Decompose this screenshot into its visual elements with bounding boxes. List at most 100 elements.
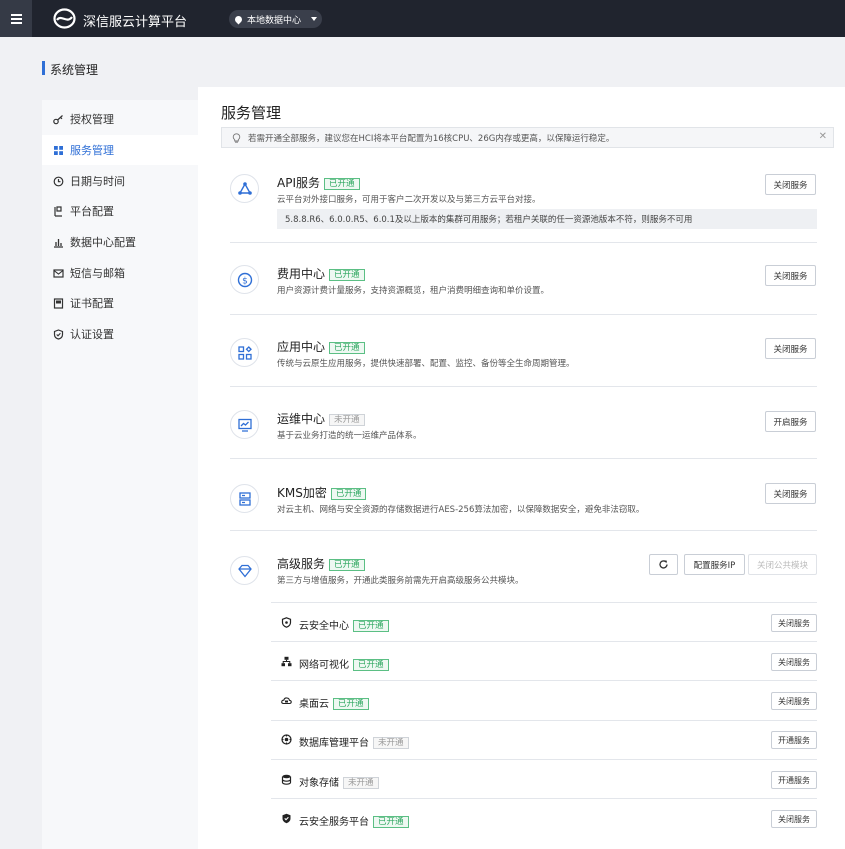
- shield-icon: [53, 328, 64, 340]
- status-badge: 未开通: [329, 414, 365, 426]
- menu-button[interactable]: [0, 0, 32, 37]
- status-badge: 已开通: [329, 269, 365, 281]
- close-service-button[interactable]: 关闭服务: [771, 653, 817, 671]
- shield-check-icon: [282, 813, 291, 824]
- status-badge: 已开通: [324, 178, 360, 190]
- sidebar-item-certificate[interactable]: 证书配置: [42, 288, 198, 318]
- divider: [271, 641, 817, 642]
- open-service-button[interactable]: 开通服务: [771, 771, 817, 789]
- datacenter-select[interactable]: 本地数据中心: [229, 10, 322, 28]
- location-pin-icon: [233, 14, 244, 24]
- service-billing: $ 费用中心 已开通 用户资源计费计量服务，支持资源概览，租户消费明细查询和单价设…: [230, 265, 817, 305]
- sidebar-item-label: 服务管理: [70, 144, 114, 157]
- sidebar-item-label: 数据中心配置: [70, 236, 136, 249]
- sub-service-name: 桌面云 已开通: [299, 695, 369, 710]
- service-name: 费用中心 已开通: [277, 265, 365, 282]
- service-description: 基于云业务打造的统一运维产品体系。: [277, 431, 422, 441]
- sub-service-name: 云安全服务平台 已开通: [299, 813, 409, 828]
- close-service-button[interactable]: 关闭服务: [765, 483, 816, 504]
- open-service-button[interactable]: 开启服务: [765, 411, 816, 432]
- divider: [271, 759, 817, 760]
- sub-service-cloud-security: 云安全中心 已开通 关闭服务: [281, 614, 817, 634]
- status-badge: 已开通: [329, 559, 365, 571]
- sub-service-desktop-cloud: 桌面云 已开通 关闭服务: [281, 692, 817, 712]
- clock-icon: [53, 176, 64, 187]
- service-description: 传统与云原生应用服务，提供快速部署、配置、监控、备份等全生命周期管理。: [277, 359, 575, 369]
- grid-icon: [53, 145, 64, 156]
- divider: [230, 458, 817, 459]
- close-icon[interactable]: ✕: [819, 131, 827, 142]
- sidebar-item-license[interactable]: 授权管理: [42, 104, 198, 134]
- close-service-button[interactable]: 关闭服务: [765, 174, 816, 195]
- sidebar-item-datacenter[interactable]: 数据中心配置: [42, 227, 198, 257]
- hamburger-icon: [10, 17, 22, 20]
- database-gear-icon: [281, 734, 292, 745]
- configure-service-ip-button[interactable]: 配置服务IP: [684, 554, 745, 575]
- service-name: 应用中心 已开通: [277, 338, 365, 355]
- refresh-button[interactable]: [649, 554, 678, 575]
- divider: [271, 720, 817, 721]
- logo-icon: [53, 8, 76, 29]
- divider: [271, 680, 817, 681]
- status-badge: 未开通: [343, 777, 379, 789]
- refresh-icon: [659, 560, 668, 569]
- storage-icon: [230, 484, 259, 513]
- main-panel: 服务管理 若需开通全部服务，建议您在HCI将本平台配置为16核CPU、26G内存…: [198, 87, 845, 849]
- status-badge: 已开通: [353, 620, 389, 632]
- status-badge: 已开通: [373, 816, 409, 828]
- sidebar-item-services[interactable]: 服务管理: [42, 135, 198, 165]
- close-service-button[interactable]: 关闭服务: [765, 265, 816, 286]
- notice-text: 若需开通全部服务，建议您在HCI将本平台配置为16核CPU、26G内存或更高，以…: [248, 133, 615, 144]
- section-title: 系统管理: [50, 63, 99, 77]
- service-name: 运维中心 未开通: [277, 410, 365, 427]
- bar-chart-icon: [53, 237, 64, 248]
- cloud-desktop-icon: [281, 697, 292, 705]
- sidebar-item-auth[interactable]: 认证设置: [42, 319, 198, 349]
- svg-text:$: $: [242, 276, 248, 286]
- platform-icon: [53, 205, 64, 217]
- status-badge: 已开通: [330, 488, 367, 500]
- sidebar-item-datetime[interactable]: 日期与时间: [42, 166, 198, 196]
- sub-service-name: 对象存储 未开通: [299, 774, 379, 789]
- service-description: 第三方与增值服务，开通此类服务前需先开启高级服务公共模块。: [277, 576, 524, 586]
- app-grid-icon: [230, 338, 259, 367]
- sub-service-database-platform: 数据库管理平台 未开通 开通服务: [281, 731, 817, 751]
- sub-service-security-platform: 云安全服务平台 已开通 关闭服务: [281, 810, 817, 830]
- sub-service-name: 网络可视化 已开通: [299, 656, 389, 671]
- status-badge: 已开通: [353, 659, 389, 671]
- service-kms: KMS加密 已开通 对云主机、网络与安全资源的存储数据进行AES-256算法加密，…: [230, 483, 817, 524]
- sidebar-item-label: 平台配置: [70, 205, 114, 218]
- service-description: 用户资源计费计量服务，支持资源概览，租户消费明细查询和单价设置。: [277, 286, 550, 296]
- key-icon: [53, 114, 64, 125]
- status-badge: 未开通: [373, 737, 409, 749]
- divider: [271, 602, 817, 603]
- page-title: 服务管理: [221, 104, 282, 122]
- open-service-button[interactable]: 开通服务: [771, 731, 817, 749]
- divider: [230, 530, 817, 531]
- status-badge: 已开通: [329, 342, 365, 354]
- sub-service-network-visualization: 网络可视化 已开通 关闭服务: [281, 653, 817, 673]
- service-ops-center: 运维中心 未开通 基于云业务打造的统一运维产品体系。 开启服务: [230, 410, 817, 450]
- status-badge: 已开通: [333, 698, 369, 710]
- close-service-button[interactable]: 关闭服务: [771, 692, 817, 710]
- sidebar-item-label: 认证设置: [70, 328, 114, 341]
- api-icon: [230, 174, 259, 203]
- divider: [230, 242, 817, 243]
- section-accent-bar: [42, 61, 45, 75]
- sidebar-item-sms-mail[interactable]: 短信与邮箱: [42, 258, 198, 288]
- close-service-button[interactable]: 关闭服务: [771, 614, 817, 632]
- sub-service-object-storage: 对象存储 未开通 开通服务: [281, 771, 817, 791]
- diamond-icon: [230, 556, 259, 585]
- divider: [230, 386, 817, 387]
- sidebar-item-label: 短信与邮箱: [70, 267, 125, 280]
- sidebar-item-label: 授权管理: [70, 113, 114, 126]
- network-icon: [281, 656, 292, 667]
- close-public-module-button[interactable]: 关闭公共模块: [748, 554, 817, 575]
- mail-icon: [53, 268, 64, 279]
- close-service-button[interactable]: 关闭服务: [765, 338, 816, 359]
- version-note: 5.8.8.R6、6.0.0.R5、6.0.1及以上版本的集群可用服务；若租户关…: [277, 209, 817, 229]
- caret-down-icon: [311, 17, 318, 21]
- monitor-icon: [230, 410, 259, 439]
- sidebar-item-platform[interactable]: 平台配置: [42, 196, 198, 226]
- close-service-button[interactable]: 关闭服务: [771, 810, 817, 828]
